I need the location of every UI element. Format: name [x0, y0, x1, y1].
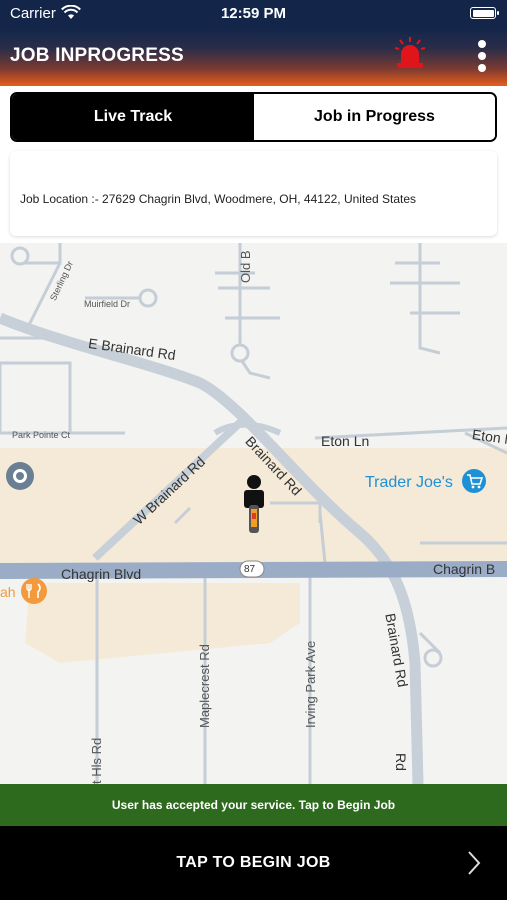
chevron-right-icon — [468, 851, 481, 875]
more-vertical-icon — [478, 40, 486, 48]
map-label-trader-joes[interactable]: Trader Joe's — [365, 474, 453, 492]
map-label-eton-ln: Eton Ln — [321, 433, 370, 449]
begin-job-label: TAP TO BEGIN JOB — [176, 854, 331, 871]
map-label-chagrin-right: Chagrin B — [433, 561, 496, 577]
page-title: JOB INPROGRESS — [10, 45, 184, 66]
map-label-maplecrest: Maplecrest Rd — [197, 644, 212, 728]
service-accepted-banner[interactable]: User has accepted your service. Tap to B… — [0, 784, 507, 826]
status-bar: Carrier 12:59 PM — [0, 0, 507, 28]
map-label-old-b: Old B — [238, 250, 253, 283]
job-location-text: Job Location :- 27629 Chagrin Blvd, Wood… — [20, 192, 417, 206]
map-label-route-87: 87 — [244, 564, 256, 575]
more-options-button[interactable] — [470, 38, 494, 74]
location-pin-icon[interactable] — [6, 462, 34, 490]
battery-icon — [470, 7, 499, 19]
map-label-rd: Rd — [393, 753, 409, 771]
map-label-hls-rd: t Hls Rd — [89, 737, 104, 784]
fork-knife-icon[interactable] — [21, 578, 47, 604]
map-view[interactable]: E Brainard Rd W Brainard Rd Brainard Rd … — [0, 243, 507, 784]
cul-de-sac — [423, 648, 443, 668]
map-canvas — [0, 243, 507, 784]
begin-job-button[interactable]: TAP TO BEGIN JOB — [0, 826, 507, 900]
tab-bar: Live Track Job in Progress — [10, 92, 497, 142]
map-label-park-pointe: Park Pointe Ct — [12, 430, 71, 440]
tab-job-in-progress[interactable]: Job in Progress — [254, 94, 495, 140]
map-label-restaurant: ah — [0, 584, 16, 600]
app-header: JOB INPROGRESS — [0, 28, 507, 86]
commercial-zone — [25, 583, 300, 663]
cul-de-sac — [10, 246, 30, 266]
more-dot — [478, 52, 486, 60]
clock: 12:59 PM — [220, 5, 287, 22]
siren-icon[interactable] — [394, 36, 426, 70]
map-label-muirfield: Muirfield Dr — [84, 299, 131, 309]
tab-live-track[interactable]: Live Track — [12, 94, 254, 140]
job-location-card: Job Location :- 27629 Chagrin Blvd, Wood… — [10, 151, 497, 236]
map-label-chagrin-left: Chagrin Blvd — [61, 566, 142, 582]
shopping-cart-icon[interactable] — [462, 469, 486, 493]
cul-de-sac — [230, 343, 250, 363]
more-dot — [478, 64, 486, 72]
map-label-irving-park: Irving Park Ave — [303, 640, 318, 728]
cul-de-sac — [138, 288, 158, 308]
